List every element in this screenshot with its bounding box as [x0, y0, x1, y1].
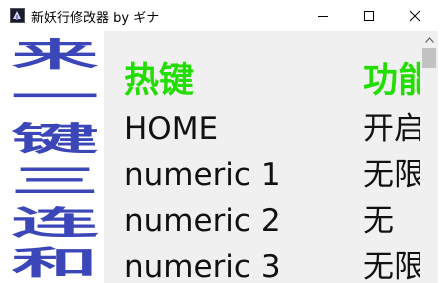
table-row-key: numeric 3 [124, 249, 281, 283]
client-area: 来 一 键 三 连 和 热键 HOME numeric 1 numeric 2 … [2, 31, 438, 283]
scroll-up-button[interactable] [420, 31, 438, 48]
hotkey-table: 热键 HOME numeric 1 numeric 2 numeric 3 功能… [104, 31, 420, 283]
close-button[interactable] [392, 0, 438, 31]
table-row-function: 无 [363, 203, 394, 239]
table-row-function: 开启 [363, 111, 420, 147]
table-row-function: 无限 [363, 249, 420, 283]
function-column-header: 功能 [363, 61, 420, 101]
minimize-button[interactable] [300, 0, 346, 31]
close-icon [409, 10, 421, 21]
hotkey-column-header: 热键 [124, 61, 195, 101]
title-bar[interactable]: 新妖行修改器 by ギナ [0, 0, 440, 31]
maximize-icon [364, 10, 374, 21]
app-icon[interactable] [10, 8, 25, 23]
maximize-button[interactable] [346, 0, 392, 31]
chevron-up-icon [424, 36, 434, 43]
banner-panel: 来 一 键 三 连 和 [6, 31, 104, 283]
minimize-icon [318, 15, 328, 17]
window-title: 新妖行修改器 by ギナ [31, 11, 160, 26]
table-row-key: numeric 1 [124, 157, 281, 193]
function-column: 功能 开启 无限 无 无限 [363, 31, 420, 283]
table-row-key: HOME [124, 111, 219, 147]
table-row-key: numeric 2 [124, 203, 281, 239]
scroll-thumb[interactable] [422, 48, 436, 68]
table-row-function: 无限 [363, 157, 420, 193]
vertical-scrollbar[interactable] [420, 31, 438, 283]
